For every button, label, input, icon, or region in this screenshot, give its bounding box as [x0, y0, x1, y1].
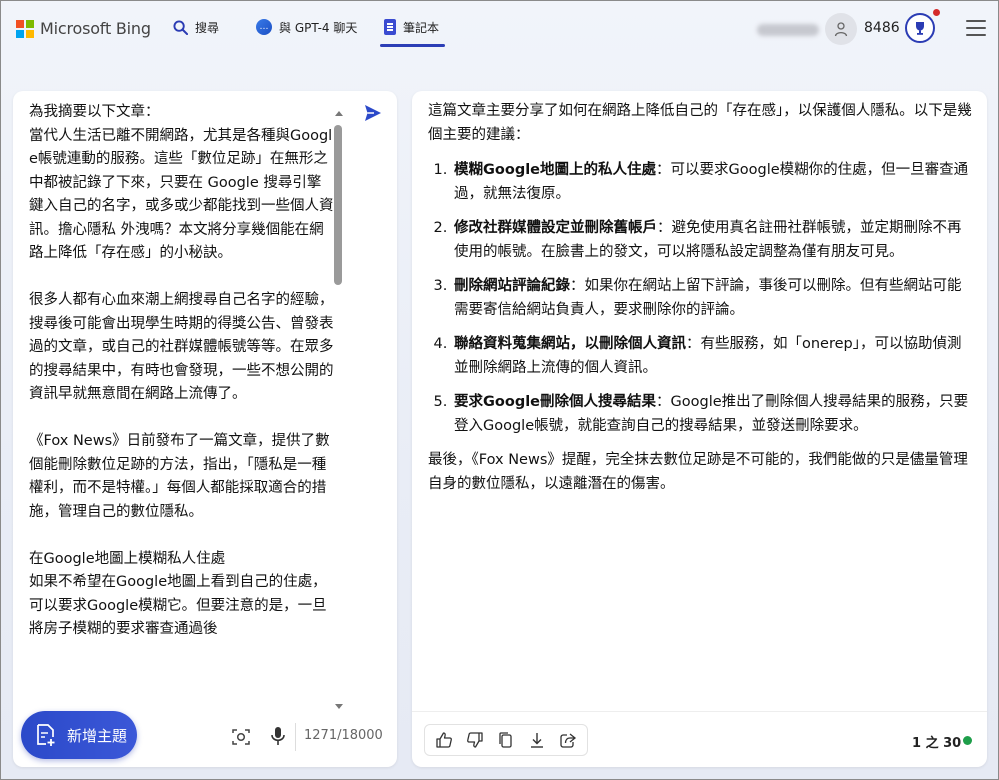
- tab-notebook[interactable]: 筆記本: [379, 17, 446, 47]
- tab-search[interactable]: 搜尋: [173, 17, 219, 37]
- brand-name: Microsoft Bing: [40, 19, 151, 38]
- share-icon: [559, 733, 576, 748]
- list-item-title: 要求Google刪除個人搜尋結果: [454, 394, 657, 410]
- new-topic-button[interactable]: 新增主題: [21, 711, 137, 759]
- send-icon[interactable]: [363, 103, 383, 123]
- status-dot: [963, 736, 972, 745]
- suggestion-list: 模糊Google地圖上的私人住處：可以要求Google模糊你的住處，但一旦審查通…: [428, 159, 974, 438]
- rewards-button[interactable]: [905, 13, 935, 43]
- chat-icon: …: [256, 19, 272, 35]
- response-actions: [424, 724, 588, 756]
- visual-search-icon[interactable]: [231, 727, 251, 747]
- list-item-title: 刪除網站評論紀錄: [454, 278, 570, 294]
- thumbs-up-icon: [436, 732, 453, 748]
- scroll-up-arrow-icon[interactable]: [335, 111, 343, 116]
- toolbar-divider: [295, 723, 296, 751]
- list-item: 聯絡資料蒐集網站，以刪除個人資訊：有些服務，如「onerep」，可以協助偵測並刪…: [452, 333, 974, 380]
- avatar[interactable]: [825, 13, 857, 45]
- new-topic-icon: [37, 724, 55, 746]
- list-item: 刪除網站評論紀錄：如果你在網站上留下評論，事後可以刪除。但有些網站可能需要寄信給…: [452, 275, 974, 322]
- list-item-title: 修改社群媒體設定並刪除舊帳戶: [454, 220, 657, 236]
- download-icon: [530, 733, 543, 748]
- scroll-thumb[interactable]: [334, 125, 342, 285]
- share-button[interactable]: [558, 730, 578, 750]
- bing-logo[interactable]: Microsoft Bing: [16, 19, 151, 38]
- prompt-panel: 為我摘要以下文章： 當代人生活已離不開網路，尤其是各種與Google帳號連動的服…: [13, 91, 397, 767]
- response-panel: 這篇文章主要分享了如何在網路上降低自己的「存在感」，以保護個人隱私。以下是幾個主…: [412, 91, 987, 767]
- tab-notebook-label: 筆記本: [403, 20, 440, 35]
- prompt-scrollbar[interactable]: [333, 109, 345, 709]
- prompt-textarea[interactable]: 為我摘要以下文章： 當代人生活已離不開網路，尤其是各種與Google帳號連動的服…: [29, 101, 335, 711]
- search-icon: [173, 19, 188, 35]
- microphone-icon[interactable]: [268, 725, 288, 747]
- tab-chat[interactable]: … 與 GPT-4 聊天: [256, 17, 357, 37]
- copy-icon: [499, 732, 512, 748]
- copy-button[interactable]: [496, 730, 516, 750]
- response-content: 這篇文章主要分享了如何在網路上降低自己的「存在感」，以保護個人隱私。以下是幾個主…: [428, 100, 974, 496]
- list-item: 模糊Google地圖上的私人住處：可以要求Google模糊你的住處，但一旦審查通…: [452, 159, 974, 206]
- list-item-title: 模糊Google地圖上的私人住處: [454, 162, 657, 178]
- response-intro: 這篇文章主要分享了如何在網路上降低自己的「存在感」，以保護個人隱私。以下是幾個主…: [428, 103, 972, 143]
- footer-divider: [412, 711, 987, 712]
- tab-search-label: 搜尋: [195, 20, 220, 35]
- character-count: 1271/18000: [304, 728, 383, 743]
- export-button[interactable]: [527, 730, 547, 750]
- microsoft-logo-icon: [16, 19, 34, 38]
- trophy-icon: [916, 22, 924, 35]
- thumbs-down-icon: [467, 732, 483, 748]
- hamburger-menu-icon[interactable]: [966, 20, 986, 36]
- list-item: 要求Google刪除個人搜尋結果：Google推出了刪除個人搜尋結果的服務，只要…: [452, 391, 974, 438]
- tab-chat-label: 與 GPT-4 聊天: [279, 20, 358, 35]
- user-icon: [834, 22, 848, 37]
- scroll-down-arrow-icon[interactable]: [335, 704, 343, 709]
- rewards-points[interactable]: 8486: [864, 20, 900, 36]
- response-conclusion: 最後，《Fox News》提醒，完全抹去數位足跡是不可能的，我們能做的只是儘量管…: [428, 452, 968, 492]
- list-item-title: 聯絡資料蒐集網站，以刪除個人資訊: [454, 336, 686, 352]
- response-page-count: 1 之 30: [912, 736, 962, 751]
- user-name-blurred: [757, 24, 819, 36]
- top-bar: Microsoft Bing 搜尋 … 與 GPT-4 聊天 筆記本 8486: [1, 1, 998, 57]
- notebook-icon: [384, 19, 396, 35]
- list-item: 修改社群媒體設定並刪除舊帳戶：避免使用真名註冊社群帳號，並定期刪除不再使用的帳號…: [452, 217, 974, 264]
- new-topic-label: 新增主題: [67, 726, 128, 745]
- like-button[interactable]: [434, 730, 454, 750]
- dislike-button[interactable]: [465, 730, 485, 750]
- notification-dot: [933, 9, 940, 16]
